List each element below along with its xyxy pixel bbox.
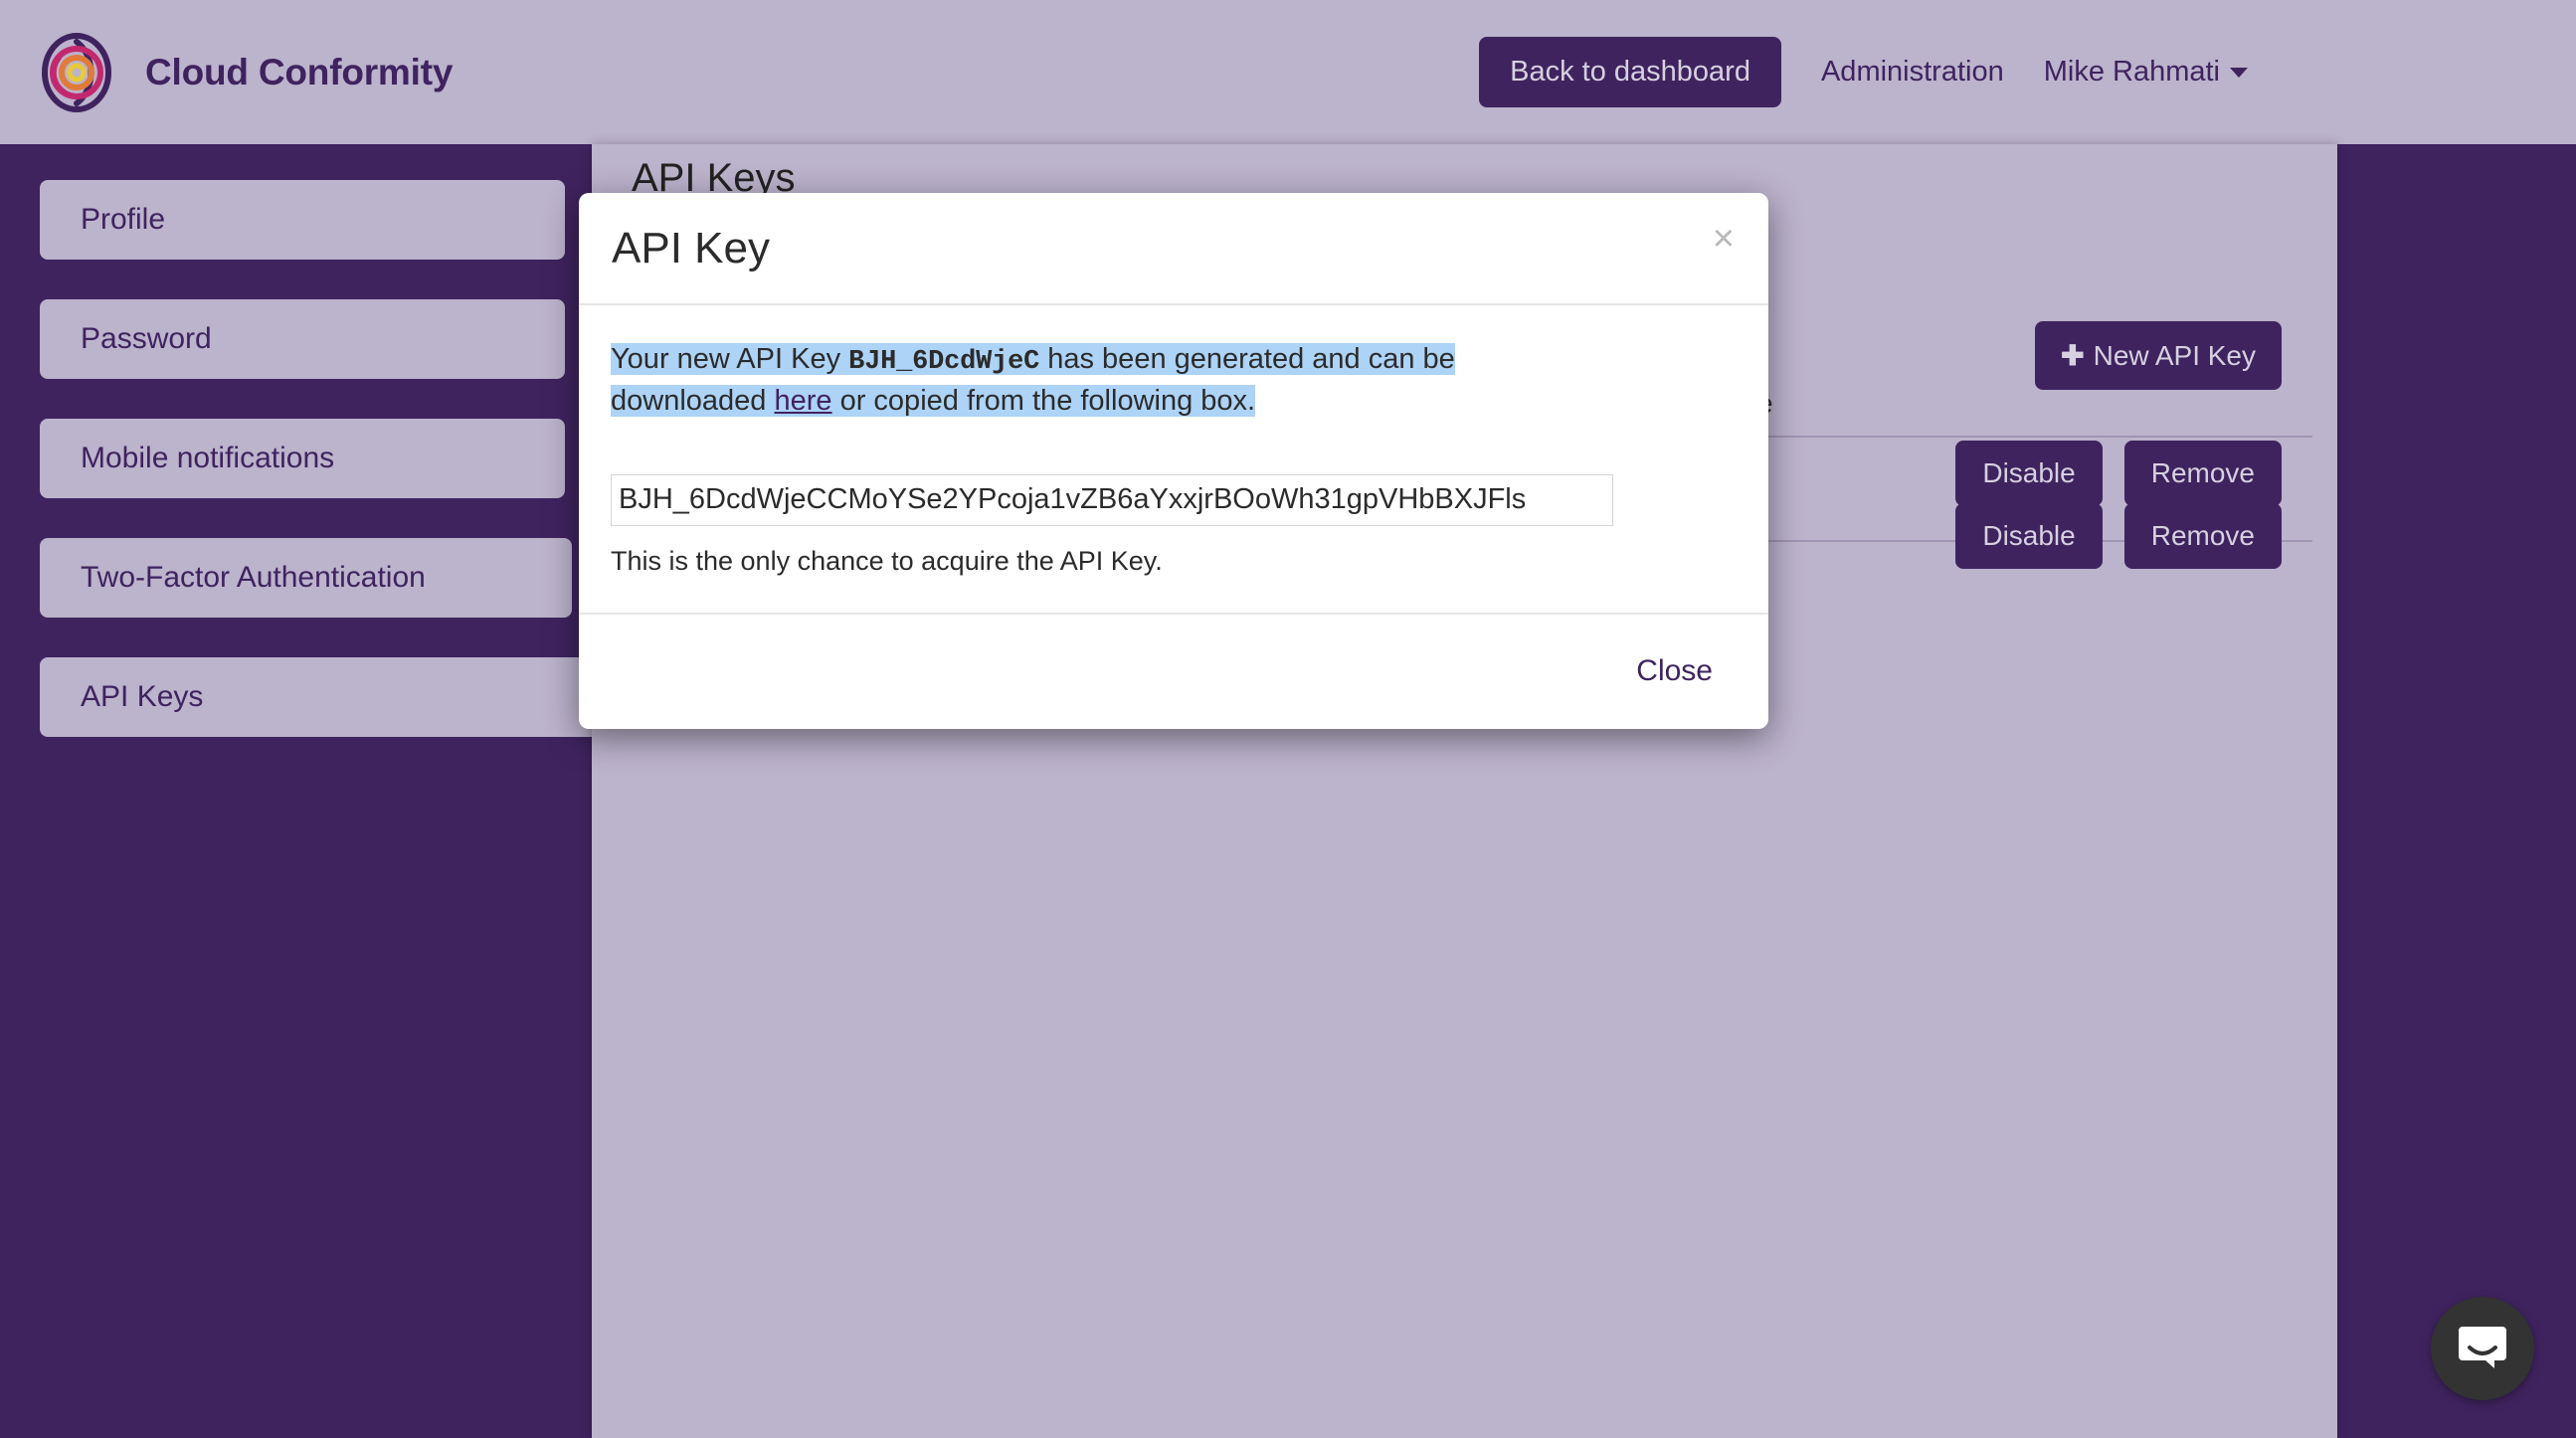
plus-icon: ✚ bbox=[2061, 340, 2085, 371]
message-part-3: or copied from the following box. bbox=[831, 385, 1256, 418]
brand-name: Cloud Conformity bbox=[145, 51, 454, 92]
generated-key-message: Your new API Key BJH_6DcdWjeC has been g… bbox=[611, 339, 1496, 423]
generated-key-inline: BJH_6DcdWjeC bbox=[848, 347, 1040, 377]
administration-link[interactable]: Administration bbox=[1821, 56, 2004, 89]
sidebar-item-label: Profile bbox=[81, 203, 166, 236]
sidebar-item-label: Password bbox=[81, 322, 212, 355]
remove-button[interactable]: Remove bbox=[2123, 503, 2282, 569]
sidebar-item-label: Mobile notifications bbox=[81, 442, 335, 474]
api-key-note: This is the only chance to acquire the A… bbox=[611, 545, 1163, 576]
close-icon[interactable]: × bbox=[1705, 216, 1743, 262]
chat-bubble-icon bbox=[2457, 1321, 2508, 1377]
sidebar-item-api-keys[interactable]: API Keys bbox=[40, 657, 609, 737]
sidebar-item-password[interactable]: Password bbox=[40, 299, 565, 379]
disable-button[interactable]: Disable bbox=[1955, 441, 2103, 506]
back-to-dashboard-button[interactable]: Back to dashboard bbox=[1479, 37, 1781, 107]
modal-footer: Close bbox=[579, 615, 1768, 729]
chat-launcher-button[interactable] bbox=[2431, 1297, 2534, 1400]
download-here-link[interactable]: here bbox=[774, 385, 831, 417]
modal-body: Your new API Key BJH_6DcdWjeC has been g… bbox=[579, 305, 1768, 615]
disable-button[interactable]: Disable bbox=[1955, 503, 2103, 569]
brand[interactable]: Cloud Conformity bbox=[34, 30, 453, 115]
sidebar-item-mobile-notifications[interactable]: Mobile notifications bbox=[40, 419, 565, 498]
user-name-label: Mike Rahmati bbox=[2043, 56, 2220, 88]
table-row: Disable Remove bbox=[1955, 503, 2282, 569]
modal-title: API Key bbox=[612, 223, 770, 272]
remove-button[interactable]: Remove bbox=[2123, 441, 2282, 506]
new-api-key-button[interactable]: ✚ New API Key bbox=[2035, 321, 2282, 390]
sidebar-item-two-factor-authentication[interactable]: Two-Factor Authentication bbox=[40, 538, 572, 618]
api-key-modal: API Key × Your new API Key BJH_6DcdWjeC … bbox=[579, 193, 1768, 729]
chevron-down-icon bbox=[2230, 68, 2248, 79]
nav-actions: Back to dashboard Administration Mike Ra… bbox=[1479, 37, 2248, 107]
user-menu[interactable]: Mike Rahmati bbox=[2044, 56, 2248, 89]
cloud-conformity-logo-icon bbox=[34, 30, 119, 115]
message-part-1: Your new API Key bbox=[611, 343, 849, 375]
settings-sidebar: Profile Password Mobile notifications Tw… bbox=[0, 144, 609, 1438]
top-navigation-bar: Cloud Conformity Back to dashboard Admin… bbox=[0, 0, 2576, 144]
table-row: Disable Remove bbox=[1955, 441, 2282, 506]
sidebar-item-profile[interactable]: Profile bbox=[40, 180, 565, 260]
close-button[interactable]: Close bbox=[1632, 646, 1717, 696]
sidebar-item-label: API Keys bbox=[81, 680, 204, 713]
sidebar-item-label: Two-Factor Authentication bbox=[81, 561, 426, 594]
modal-header: API Key × bbox=[579, 193, 1768, 305]
new-api-key-label: New API Key bbox=[2093, 340, 2256, 371]
api-key-input[interactable] bbox=[611, 473, 1613, 526]
